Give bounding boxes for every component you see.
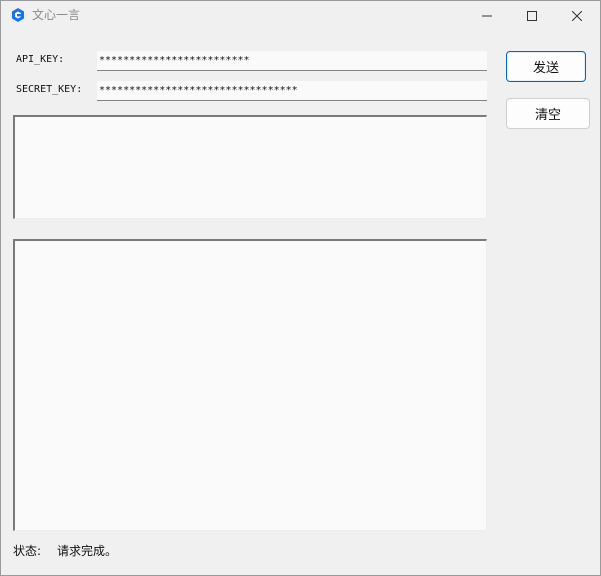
send-button-label: 发送 (532, 61, 559, 76)
close-icon (571, 6, 583, 25)
minimize-icon (482, 6, 492, 25)
app-window: 文心一言 API_KEY: ************************* … (0, 0, 601, 576)
title-bar[interactable]: 文心一言 (1, 1, 600, 29)
maximize-icon (527, 6, 537, 25)
minimize-button[interactable] (464, 1, 510, 29)
window-title: 文心一言 (32, 8, 81, 22)
clear-button[interactable]: 清空 (506, 98, 590, 129)
status-text: 请求完成。 (57, 544, 118, 558)
secret-key-field[interactable]: ********************************* (97, 81, 487, 101)
hexagon-app-icon (10, 7, 26, 23)
secret-key-label: SECRET_KEY: (16, 84, 83, 95)
maximize-button[interactable] (509, 1, 555, 29)
clear-button-label: 清空 (534, 108, 561, 123)
send-button[interactable]: 发送 (506, 51, 586, 82)
api-key-field[interactable]: ************************* (97, 51, 487, 71)
response-output-area[interactable] (13, 239, 487, 531)
api-key-label: API_KEY: (16, 54, 65, 65)
prompt-input-area[interactable] (13, 115, 487, 219)
status-label: 状态: (13, 544, 42, 558)
close-button[interactable] (554, 1, 600, 29)
